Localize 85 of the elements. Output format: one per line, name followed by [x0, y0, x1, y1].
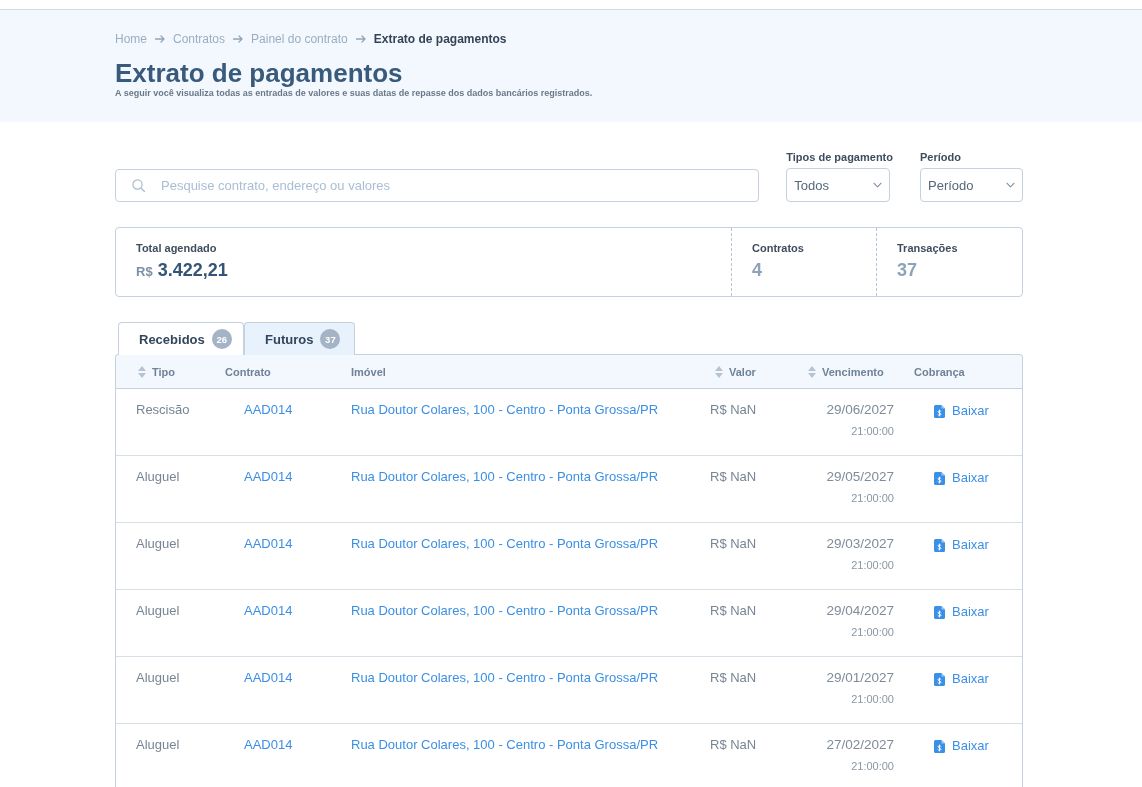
file-dollar-icon — [934, 605, 945, 619]
column-header: Contrato — [225, 365, 271, 378]
page-subtitle: A seguir você visualiza todas as entradas de valores e suas datas de repasse dos dados bancários registrados. — [115, 87, 594, 99]
search-icon — [132, 179, 145, 192]
table-cell-text: R$ NaN — [710, 603, 758, 619]
table-cell-text: R$ NaN — [710, 737, 758, 753]
filter-label: Tipos de pagamento — [786, 150, 893, 164]
download-link[interactable]: Baixar — [914, 470, 1002, 486]
tab[interactable]: Futuros 37 — [244, 322, 355, 355]
table-cell-text: Aluguel — [136, 670, 181, 686]
dropdown[interactable]: Período — [920, 168, 1023, 202]
download-link[interactable]: Baixar — [914, 671, 1002, 687]
column-header: Tipo — [152, 365, 175, 378]
arrow-right-icon — [355, 35, 366, 43]
contract-link[interactable]: AAD014 — [244, 670, 293, 685]
table-cell-text: Rescisão — [136, 402, 191, 418]
column-header: Valor — [729, 365, 756, 378]
download-link[interactable]: Baixar — [914, 738, 1002, 754]
filter-label: Período — [920, 150, 962, 164]
download-link[interactable]: Baixar — [914, 604, 1002, 620]
dropdown[interactable]: Todos — [786, 168, 891, 202]
column-header: Vencimento — [822, 365, 884, 378]
file-dollar-icon — [934, 739, 945, 753]
summary-value: 3.422,21 — [157, 259, 228, 282]
due-time: 21:00:00 — [851, 491, 894, 506]
table-cell-text: Aluguel — [136, 536, 181, 552]
due-date: 29/05/2027 — [826, 469, 894, 485]
due-date: 27/02/2027 — [826, 737, 894, 753]
count-badge: 26 — [211, 329, 232, 349]
breadcrumb-link[interactable]: Painel do contrato — [251, 31, 348, 47]
chevron-down-icon — [1006, 182, 1015, 188]
summary-label: Total agendado — [136, 241, 218, 255]
due-time: 21:00:00 — [851, 759, 894, 774]
table-cell-text: Aluguel — [136, 603, 181, 619]
contract-link[interactable]: AAD014 — [244, 737, 293, 752]
due-date: 29/01/2027 — [826, 670, 894, 686]
address-link[interactable]: Rua Doutor Colares, 100 - Centro - Ponta Grossa/PR — [351, 603, 659, 618]
table-cell-text: Aluguel — [136, 469, 181, 485]
summary-label: Transações — [897, 241, 959, 255]
table-cell-text: R$ NaN — [710, 670, 758, 686]
due-date: 29/04/2027 — [826, 603, 894, 619]
address-link[interactable]: Rua Doutor Colares, 100 - Centro - Ponta Grossa/PR — [351, 469, 659, 484]
address-link[interactable]: Rua Doutor Colares, 100 - Centro - Ponta Grossa/PR — [351, 670, 659, 685]
contract-link[interactable]: AAD014 — [244, 469, 293, 484]
sort-icon[interactable] — [715, 365, 723, 378]
summary-label: Contratos — [752, 241, 805, 255]
sort-icon[interactable] — [808, 365, 816, 378]
due-time: 21:00:00 — [851, 692, 894, 707]
page-title: Extrato de pagamentos — [115, 58, 404, 88]
table-cell-text: Aluguel — [136, 737, 181, 753]
summary-value: 37 — [897, 259, 918, 282]
table-cell-text: R$ NaN — [710, 469, 758, 485]
breadcrumb-current: Extrato de pagamentos — [373, 31, 507, 47]
summary-value: 4 — [752, 259, 762, 282]
table-cell-text: R$ NaN — [710, 402, 758, 418]
arrow-right-icon — [233, 35, 244, 43]
contract-link[interactable]: AAD014 — [244, 603, 293, 618]
download-link[interactable]: Baixar — [914, 403, 1002, 419]
chevron-down-icon — [873, 182, 883, 188]
table-cell-text: R$ NaN — [710, 536, 758, 552]
due-time: 21:00:00 — [851, 424, 894, 439]
due-date: 29/03/2027 — [826, 536, 894, 552]
column-header: Cobrança — [914, 365, 965, 378]
column-header: Imóvel — [351, 365, 386, 378]
search-field[interactable]: Pesquise contrato, endereço ou valores — [115, 169, 760, 202]
due-time: 21:00:00 — [851, 558, 894, 573]
contract-link[interactable]: AAD014 — [244, 536, 293, 551]
count-badge: 37 — [320, 329, 341, 349]
address-link[interactable]: Rua Doutor Colares, 100 - Centro - Ponta Grossa/PR — [351, 536, 659, 551]
sort-icon[interactable] — [138, 365, 146, 378]
breadcrumb-link[interactable]: Home — [115, 31, 147, 47]
address-link[interactable]: Rua Doutor Colares, 100 - Centro - Ponta Grossa/PR — [351, 737, 659, 752]
contract-link[interactable]: AAD014 — [244, 402, 293, 417]
address-link[interactable]: Rua Doutor Colares, 100 - Centro - Ponta Grossa/PR — [351, 402, 659, 417]
due-time: 21:00:00 — [851, 625, 894, 640]
breadcrumb-link[interactable]: Contratos — [173, 31, 226, 47]
download-link[interactable]: Baixar — [914, 537, 1002, 553]
tab[interactable]: Recebidos 26 — [118, 322, 244, 355]
file-dollar-icon — [934, 538, 945, 552]
file-dollar-icon — [934, 404, 945, 418]
currency-symbol: R$ — [136, 264, 153, 279]
file-dollar-icon — [934, 471, 945, 485]
arrow-right-icon — [155, 35, 165, 43]
file-dollar-icon — [934, 672, 945, 686]
due-date: 29/06/2027 — [826, 402, 894, 418]
